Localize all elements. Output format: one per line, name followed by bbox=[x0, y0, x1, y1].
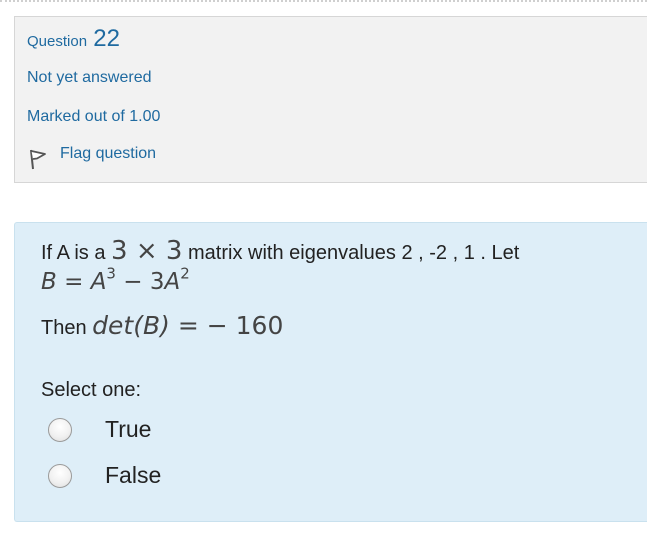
det-expr: det(B) bbox=[92, 311, 170, 340]
top-divider bbox=[0, 0, 647, 4]
question-info-panel: Question 22 Not yet answered Marked out … bbox=[14, 16, 647, 183]
select-one-label: Select one: bbox=[41, 379, 142, 401]
formula-term2-coef: 3 bbox=[149, 269, 165, 295]
flag-icon bbox=[30, 149, 46, 170]
question-heading: Question 22 bbox=[27, 25, 120, 53]
formula-lhs: B bbox=[41, 269, 57, 295]
question-content-panel: If A is a 3 × 3 matrix with eigenvalues … bbox=[14, 222, 647, 522]
determinant-statement: Then det(B) = − 160 bbox=[41, 311, 283, 340]
option-true-label[interactable]: True bbox=[105, 416, 151, 443]
radio-icon[interactable] bbox=[48, 464, 72, 488]
formula-term1-base: A bbox=[90, 269, 107, 295]
formula-minus: − bbox=[123, 269, 143, 295]
question-number: 22 bbox=[93, 25, 120, 52]
formula-term1-exp: 3 bbox=[106, 264, 116, 283]
radio-icon[interactable] bbox=[48, 418, 72, 442]
question-title-prefix: Question bbox=[27, 33, 88, 50]
det-value: − 160 bbox=[206, 311, 284, 340]
then-text: Then bbox=[41, 317, 87, 339]
det-expression: det(B) = − 160 bbox=[92, 311, 283, 340]
prompt-intro: If A is a bbox=[41, 242, 106, 264]
flag-question-label: Flag question bbox=[60, 145, 157, 162]
prompt-middle: matrix with eigenvalues 2 , -2 , 1 . Let bbox=[188, 242, 520, 264]
matrix-size: 3 × 3 bbox=[111, 236, 183, 266]
formula-b: B = A3 − 3A2 bbox=[41, 266, 190, 295]
question-marks: Marked out of 1.00 bbox=[27, 108, 161, 125]
formula-term2-exp: 2 bbox=[180, 264, 190, 283]
formula-eq: = bbox=[64, 269, 84, 295]
formula-term2-base: A bbox=[164, 269, 181, 295]
question-prompt: If A is a 3 × 3 matrix with eigenvalues … bbox=[41, 236, 519, 266]
option-false-label[interactable]: False bbox=[105, 462, 161, 489]
question-status: Not yet answered bbox=[27, 69, 152, 86]
det-eq: = bbox=[177, 311, 199, 340]
